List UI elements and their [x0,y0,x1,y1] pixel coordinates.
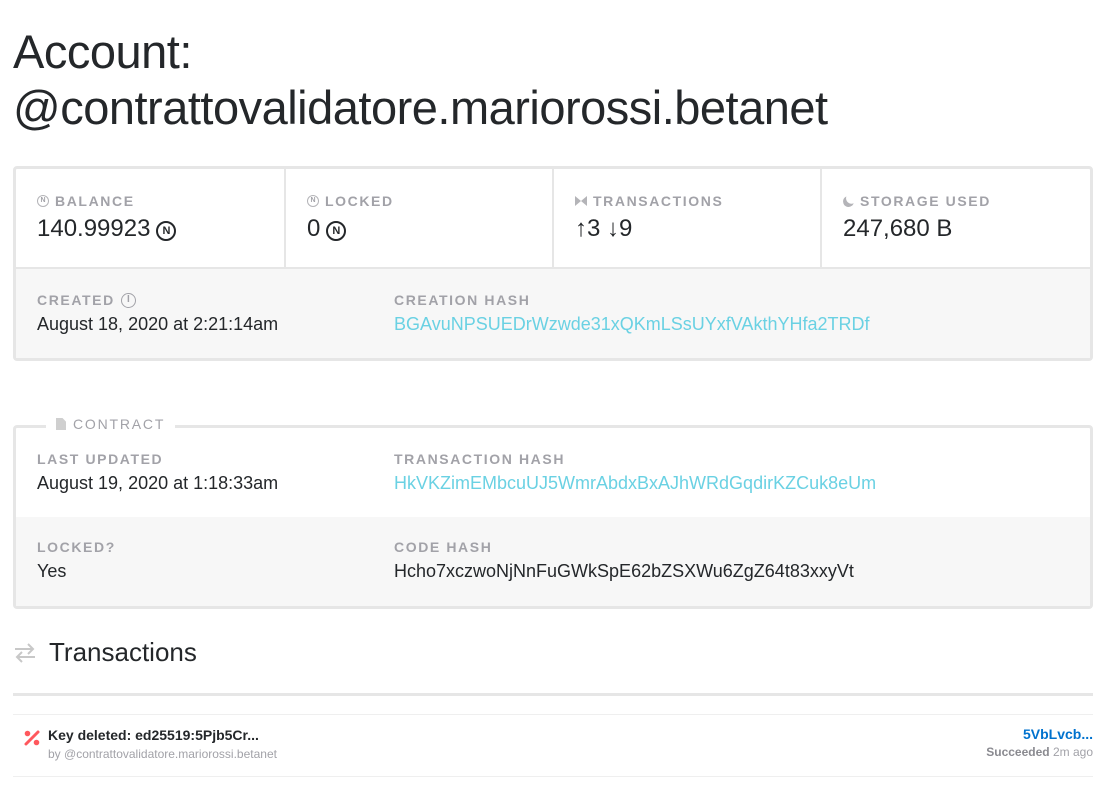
storage-value: 247,680 B [843,215,953,242]
transaction-signer: by @contrattovalidatore.mariorossi.betan… [48,747,277,761]
storage-label: STORAGE USED [860,193,991,209]
transaction-hash-link[interactable]: HkVKZimEMbcuUJ5WmrAbdxBxAJhWRdGqdirKZCuk… [394,473,876,494]
last-updated-label: LAST UPDATED [37,451,164,467]
document-icon [56,418,66,430]
page-title-line1: Account: [13,25,192,78]
creation-hash-link[interactable]: BGAvuNPSUEDrWzwde31xQKmLSsUYxfVAkthYHfa2… [394,314,869,335]
locked-stat: N LOCKED 0 N [286,169,554,267]
locked-question-value: Yes [37,561,67,581]
storage-icon [841,194,855,208]
row-divider [13,714,1093,715]
transactions-label: TRANSACTIONS [593,193,724,209]
transaction-status: Succeeded 2m ago [986,745,1093,759]
transactions-heading: Transactions [13,637,197,668]
transaction-hash-link[interactable]: 5VbLvcb... [1023,726,1093,742]
info-icon[interactable]: i [120,292,136,308]
transactions-count: ↑3 ↓9 [575,215,633,242]
creation-hash-label: CREATION HASH [394,292,531,308]
near-token-icon: N [156,220,177,241]
locked-value: 0 [307,215,321,242]
balance-value: 140.99923 [37,215,151,242]
page-title-account-id: @contrattovalidatore.mariorossi.betanet [13,81,828,134]
last-updated-value: August 19, 2020 at 1:18:33am [37,473,279,493]
locked-question-label: LOCKED? [37,539,116,555]
key-delete-icon [24,730,40,746]
contract-legend: CONTRACT [46,413,176,435]
creation-details-row: CREATED i August 18, 2020 at 2:21:14am C… [16,269,1090,358]
transaction-time: 2m ago [1052,745,1093,759]
contract-card: LAST UPDATED August 19, 2020 at 1:18:33a… [13,425,1093,609]
balance-stat: N BALANCE 140.99923 N [16,169,286,267]
near-token-icon: N [326,220,347,241]
status-text: Succeeded [986,745,1050,759]
transaction-title: Key deleted: ed25519:5Pjb5Cr... [48,727,259,743]
transactions-title: Transactions [49,637,197,667]
code-hash-label: CODE HASH [394,539,493,555]
contract-update-row: LAST UPDATED August 19, 2020 at 1:18:33a… [16,428,1090,517]
code-hash-value: Hcho7xczwoNjNnFuGWkSpE62bZSXWu6ZgZ64t83x… [394,561,854,581]
transactions-stat: TRANSACTIONS ↑3 ↓9 [554,169,822,267]
transactions-divider [13,693,1093,696]
transactions-icon [575,195,587,207]
storage-stat: STORAGE USED 247,680 B [822,169,1090,267]
contract-legend-label: CONTRACT [73,416,166,432]
transaction-row[interactable]: Key deleted: ed25519:5Pjb5Cr... by @cont… [13,716,1093,776]
swap-arrows-icon [15,642,35,663]
near-token-icon: N [307,195,319,207]
transaction-hash-label: TRANSACTION HASH [394,451,566,467]
account-stats-row: N BALANCE 140.99923 N N LOCKED 0 N TRANS… [16,169,1090,269]
created-value: August 18, 2020 at 2:21:14am [37,314,279,334]
near-token-icon: N [37,195,49,207]
created-label: CREATED [37,292,115,308]
row-divider [13,776,1093,777]
account-summary-card: N BALANCE 140.99923 N N LOCKED 0 N TRANS… [13,166,1093,361]
contract-code-row: LOCKED? Yes CODE HASH Hcho7xczwoNjNnFuGW… [16,517,1090,606]
balance-label: BALANCE [55,193,135,209]
page-title: Account: @contrattovalidatore.mariorossi… [13,24,828,136]
locked-label: LOCKED [325,193,394,209]
